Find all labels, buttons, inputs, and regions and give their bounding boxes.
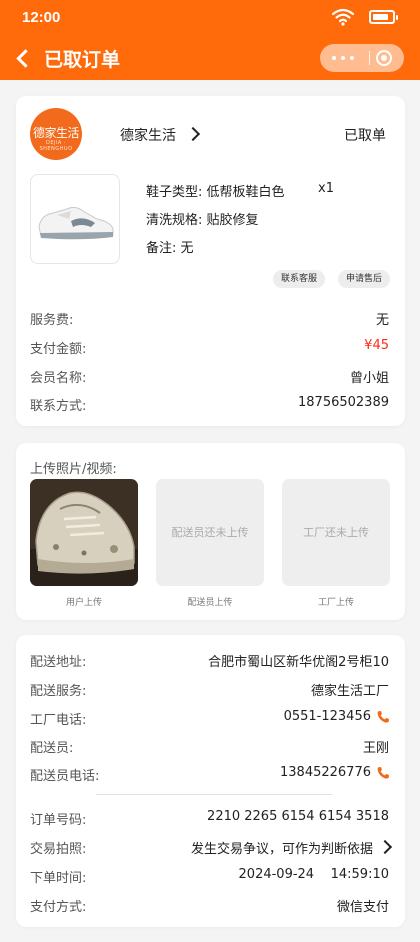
contact-label: 联系方式: [30,399,87,414]
note-value: 无 [180,241,194,256]
user-upload-caption: 用户上传 [65,598,102,608]
user-uploaded-photo[interactable] [30,479,138,586]
page-title: 已取订单 [44,49,121,71]
payment-amount-label: 支付金额: [30,342,87,357]
delivery-service-value: 德家生活工厂 [310,684,389,699]
payment-method-label: 支付方式: [30,900,87,915]
order-status: 已取单 [344,128,386,144]
service-fee-label: 服务费: [30,313,74,328]
factory-upload-caption: 工厂上传 [317,598,354,608]
close-miniprogram-icon[interactable] [376,50,392,66]
upload-title: 上传照片/视频: [30,462,117,477]
courier-label: 配送员: [30,741,74,756]
factory-phone-value[interactable]: 0551-123456 [284,709,371,724]
shop-logo: 德家生活 DEJIA · SHENGHUO [30,108,82,160]
member-name-value: 曾小姐 [349,371,389,386]
chevron-right-icon[interactable] [377,839,393,855]
delivery-service-label: 配送服务: [30,684,87,699]
capsule-divider [369,51,370,65]
after-sale-button[interactable]: 申请售后 [338,270,391,288]
section-divider [96,794,332,795]
transaction-photo-value[interactable]: 发生交易争议，可作为判断依据 [191,838,373,857]
courier-upload-placeholder[interactable]: 配送员还未上传 [156,479,264,586]
chevron-right-icon[interactable] [185,126,201,142]
payment-method-value: 微信支付 [336,900,389,915]
factory-upload-placeholder[interactable]: 工厂还未上传 [282,479,390,586]
order-time-value: 2024-09-24 14:59:10 [238,867,389,882]
more-menu-icon[interactable] [332,56,356,60]
transaction-photo-label: 交易拍照: [30,842,87,857]
shop-name[interactable]: 德家生活 [120,125,176,145]
member-name-label: 会员名称: [30,371,87,386]
shoe-image-icon [38,206,114,240]
phone-icon[interactable] [376,766,390,780]
battery-icon [369,10,398,24]
courier-upload-caption: 配送员上传 [187,598,233,608]
shoe-type-label: 鞋子类型: [146,185,203,200]
service-fee-value: 无 [375,313,389,328]
order-item-card: 德家生活 DEJIA · SHENGHUO 德家生活 已取单 鞋子类型: 低帮板… [16,96,405,426]
order-time-label: 下单时间: [30,871,87,886]
item-quantity: x1 [318,181,334,196]
contact-service-button[interactable]: 联系客服 [273,270,326,288]
delivery-info-card: 配送地址: 合肥市蜀山区新华优阁2号柜10 配送服务: 德家生活工厂 工厂电话:… [16,635,405,927]
order-number-value: 2210 2265 6154 6154 3518 [207,809,389,824]
delivery-address-label: 配送地址: [30,655,87,670]
wash-spec-label: 清洗规格: [146,213,203,228]
wash-spec-value: 贴胶修复 [206,213,259,228]
delivery-address-value: 合肥市蜀山区新华优阁2号柜10 [208,655,389,670]
phone-icon[interactable] [376,710,390,724]
miniprogram-capsule [320,44,404,72]
app-header: 12:00 已取订单 [0,0,420,80]
courier-phone-label: 配送员电话: [30,769,100,784]
courier-phone-value[interactable]: 13845226776 [280,765,371,780]
back-chevron-icon[interactable] [14,46,30,70]
status-time: 12:00 [22,9,61,26]
dirty-shoe-photo-icon [30,479,138,586]
order-number-label: 订单号码: [30,813,87,828]
upload-photos-card: 上传照片/视频: 配送员还未上传 工厂还未上传 用户上传 配送员上传 工厂上传 [16,443,405,620]
contact-value: 18756502389 [298,395,389,410]
wifi-icon [332,8,354,26]
note-label: 备注: [146,241,177,256]
shoe-thumbnail [30,174,120,264]
courier-value: 王刚 [362,741,389,756]
factory-phone-label: 工厂电话: [30,713,87,728]
payment-amount-value: ¥45 [364,338,389,353]
shoe-type-value: 低帮板鞋白色 [206,185,285,200]
